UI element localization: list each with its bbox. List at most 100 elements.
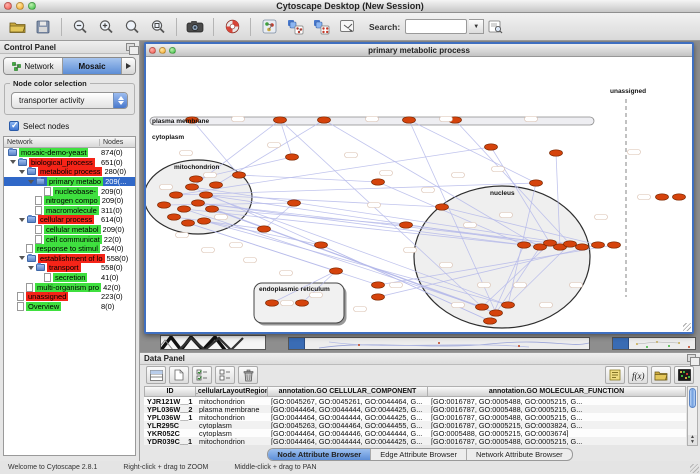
network-node[interactable] xyxy=(403,117,416,123)
background-window[interactable] xyxy=(288,337,590,350)
network-node[interactable] xyxy=(564,241,577,247)
network-node[interactable] xyxy=(490,310,503,316)
network-node[interactable] xyxy=(656,194,669,200)
network-node[interactable] xyxy=(673,194,686,200)
search-config-button[interactable] xyxy=(486,16,504,38)
tree-row[interactable]: unassigned223(0) xyxy=(4,292,135,302)
zoom-fit-button[interactable] xyxy=(120,16,144,38)
network-node[interactable] xyxy=(296,300,309,306)
network-node[interactable] xyxy=(178,206,191,212)
network-node[interactable] xyxy=(608,242,621,248)
tree-row[interactable]: cellular metabol209(0) xyxy=(4,225,135,235)
network-node[interactable] xyxy=(186,184,199,190)
expand-arrow-icon[interactable] xyxy=(28,180,34,184)
column-header[interactable]: annotation.GO CELLULAR_COMPONENT xyxy=(268,386,428,397)
zoom-out-button[interactable] xyxy=(68,16,92,38)
tree-row[interactable]: multi-organism pro42(0) xyxy=(4,282,135,292)
table-row[interactable]: YPL036W__2plasma membrane[GO:0044464, GO… xyxy=(144,405,686,413)
network-node[interactable] xyxy=(286,154,299,160)
network-node[interactable] xyxy=(485,144,498,150)
column-header[interactable]: ID xyxy=(144,386,196,397)
network-node[interactable] xyxy=(206,206,219,212)
network-node[interactable] xyxy=(372,294,385,300)
network-node[interactable] xyxy=(233,172,246,178)
table-row[interactable]: YKR052Ccytoplasm[GO:0044464, GO:0044446,… xyxy=(144,429,686,437)
network-node[interactable] xyxy=(400,222,413,228)
network-node[interactable] xyxy=(200,192,213,198)
network-resize-grip[interactable] xyxy=(683,323,691,331)
tree-row[interactable]: macromolecule311(0) xyxy=(4,206,135,216)
import-attributes-button[interactable] xyxy=(651,366,671,384)
tree-row[interactable]: nitrogen compo209(0) xyxy=(4,196,135,206)
column-header[interactable]: _cellularLayoutRegion xyxy=(196,386,268,397)
help-button[interactable] xyxy=(220,16,244,38)
tree-row[interactable]: biological_process651(0) xyxy=(4,158,135,168)
network-node[interactable] xyxy=(550,150,563,156)
network-node[interactable] xyxy=(288,200,301,206)
network-node[interactable] xyxy=(436,204,449,210)
network-node[interactable] xyxy=(530,180,543,186)
vizmapper-button[interactable] xyxy=(257,16,281,38)
matrix-view-button[interactable] xyxy=(674,366,694,384)
expand-arrow-icon[interactable] xyxy=(19,218,25,222)
new-network-from-all-button[interactable] xyxy=(309,16,333,38)
network-node[interactable] xyxy=(190,176,203,182)
formula-builder-button[interactable]: f(x) xyxy=(628,366,648,384)
expand-arrow-icon[interactable] xyxy=(19,256,25,260)
scrollbar-arrows-icon[interactable]: ▲▼ xyxy=(688,435,697,445)
search-input[interactable] xyxy=(405,19,467,34)
float-panel-icon[interactable] xyxy=(126,43,135,51)
tab-node-attribute-browser[interactable]: Node Attribute Browser xyxy=(268,449,371,460)
network-node[interactable] xyxy=(372,282,385,288)
zoom-selected-region-button[interactable] xyxy=(146,16,170,38)
unselect-attributes-button[interactable] xyxy=(215,366,235,384)
network-node[interactable] xyxy=(330,268,343,274)
save-session-button[interactable] xyxy=(31,16,55,38)
tree-row[interactable]: secretion41(0) xyxy=(4,273,135,283)
network-node[interactable] xyxy=(592,242,605,248)
table-row[interactable]: YLR295Ccytoplasm[GO:0045263, GO:0044464,… xyxy=(144,421,686,429)
network-node[interactable] xyxy=(274,117,287,123)
expand-arrow-icon[interactable] xyxy=(19,170,25,174)
tree-row[interactable]: mosaic-demo-yeast874(0) xyxy=(4,148,135,158)
network-node[interactable] xyxy=(476,304,489,310)
tree-row[interactable]: cellular process614(0) xyxy=(4,215,135,225)
tab-network-attribute-browser[interactable]: Network Attribute Browser xyxy=(467,449,572,460)
table-row[interactable]: YJR121W__1mitochondrion[GO:0045267, GO:0… xyxy=(144,397,686,405)
delete-attribute-button[interactable] xyxy=(238,366,258,384)
new-attribute-button[interactable] xyxy=(169,366,189,384)
select-attributes-button[interactable] xyxy=(192,366,212,384)
open-session-button[interactable] xyxy=(5,16,29,38)
tab-mosaic[interactable]: Mosaic xyxy=(63,58,122,74)
network-node[interactable] xyxy=(266,300,279,306)
network-node[interactable] xyxy=(210,182,223,188)
tree-row[interactable]: Overview8(0) xyxy=(4,302,135,312)
background-window[interactable] xyxy=(612,337,696,350)
attribute-notes-button[interactable] xyxy=(605,366,625,384)
expand-arrow-icon[interactable] xyxy=(28,266,34,270)
network-node[interactable] xyxy=(258,226,271,232)
search-dropdown-button[interactable]: ▼ xyxy=(469,19,484,34)
tree-row[interactable]: nucleobase-209(0) xyxy=(4,186,135,196)
network-node[interactable] xyxy=(372,179,385,185)
select-nodes-checkbox[interactable] xyxy=(9,121,19,131)
network-node[interactable] xyxy=(192,200,205,206)
node-color-dropdown[interactable]: transporter activity xyxy=(11,92,128,109)
tab-edge-attribute-browser[interactable]: Edge Attribute Browser xyxy=(371,449,467,460)
table-scrollbar[interactable]: ▲▼ xyxy=(687,386,698,446)
background-window[interactable] xyxy=(160,335,266,350)
table-row[interactable]: YPL036W__1mitochondrion[GO:0044464, GO:0… xyxy=(144,413,686,421)
tree-row[interactable]: transport558(0) xyxy=(4,263,135,273)
tree-row[interactable]: establishment of lo558(0) xyxy=(4,254,135,264)
network-node[interactable] xyxy=(518,242,531,248)
network-node[interactable] xyxy=(315,242,328,248)
tree-row[interactable]: cell communicat22(0) xyxy=(4,234,135,244)
tree-row[interactable]: primary metabo209(... xyxy=(4,177,135,187)
network-node[interactable] xyxy=(198,218,211,224)
network-canvas[interactable]: plasma membranecytoplasmmitochondrionnuc… xyxy=(146,57,692,332)
snapshot-button[interactable] xyxy=(183,16,207,38)
float-data-panel-icon[interactable] xyxy=(687,354,696,362)
table-row[interactable]: YDR039C__1mitochondrion[GO:0044464, GO:0… xyxy=(144,437,686,445)
network-node[interactable] xyxy=(158,202,171,208)
tree-row[interactable]: response to stimul264(0) xyxy=(4,244,135,254)
